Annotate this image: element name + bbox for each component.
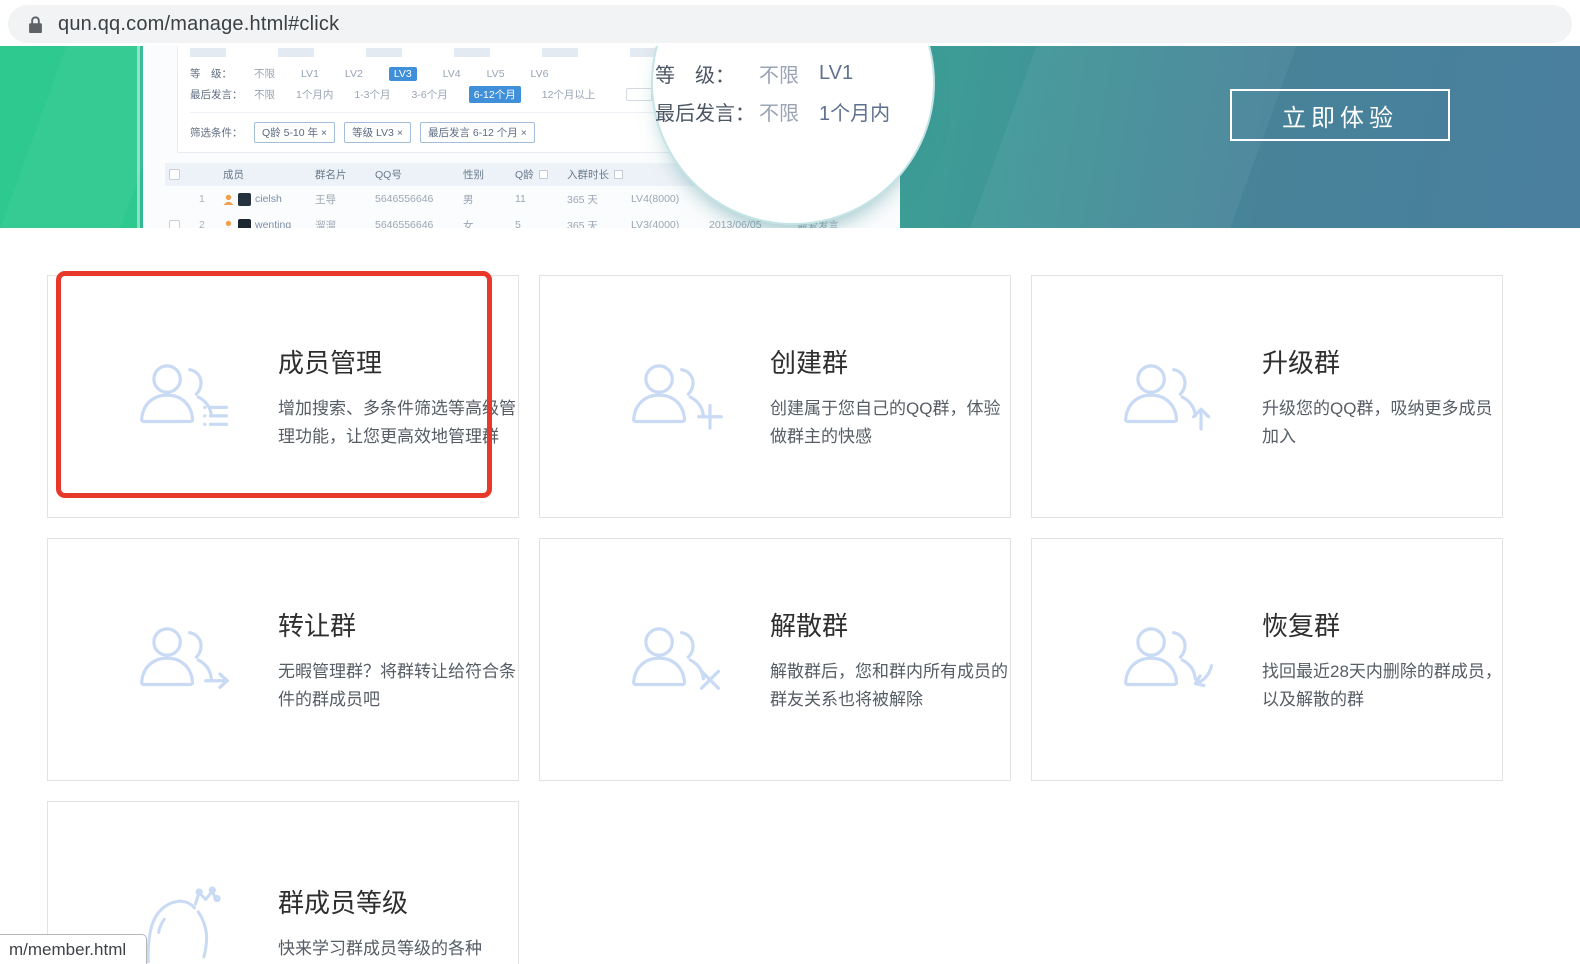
card-restore-group[interactable]: 恢复群 找回最近28天内删除的群成员，以及解散的群 xyxy=(1031,538,1503,781)
dismiss-group-icon xyxy=(632,626,721,690)
member-icon xyxy=(225,220,232,228)
range-input-box xyxy=(626,88,653,101)
hero-banner: 等 级： 不限 LV1 LV2 LV3 LV4 LV5 LV6 最后发言： 不限… xyxy=(0,46,1580,228)
filter-option: LV4 xyxy=(442,67,461,80)
card-title: 成员管理 xyxy=(278,347,383,378)
card-desc: 无暇管理群？将群转让给符合条件的群成员吧 xyxy=(278,661,516,709)
checkbox xyxy=(169,219,180,228)
avatar xyxy=(238,192,251,206)
card-title: 转让群 xyxy=(278,610,357,641)
filter-option: LV5 xyxy=(486,67,505,80)
card-title: 升级群 xyxy=(1262,347,1341,378)
filter-option: 1-3个月 xyxy=(354,89,391,101)
browser-chrome: qun.qq.com/manage.html#click xyxy=(0,0,1580,46)
filter-option: 3-6个月 xyxy=(411,89,448,101)
card-upgrade-group[interactable]: 升级群 升级您的QQ群，吸纳更多成员加入 xyxy=(1031,275,1503,518)
card-desc: 快来学习群成员等级的各种 xyxy=(278,938,482,958)
card-desc: 解散群后，您和群内所有成员的群友关系也将被解除 xyxy=(770,661,1008,709)
member-icon xyxy=(223,194,234,205)
filter-option-selected: LV3 xyxy=(388,66,417,81)
filter-option-selected: 6-12个月 xyxy=(468,86,521,103)
filter-option: 不限 xyxy=(254,89,275,101)
filter-option: LV1 xyxy=(301,67,319,80)
sort-icon xyxy=(614,170,623,179)
link-preview-text: m/member.html xyxy=(9,940,127,959)
filter-label: 最后发言： xyxy=(190,89,243,101)
try-now-button[interactable]: 立即体验 xyxy=(1230,89,1450,141)
url-bar[interactable]: qun.qq.com/manage.html#click xyxy=(8,5,1572,43)
filter-chip: Q龄 5-10 年 × xyxy=(254,122,336,143)
filter-option: 不限 xyxy=(254,68,275,80)
restore-group-icon xyxy=(1124,626,1214,687)
card-title: 恢复群 xyxy=(1262,610,1341,641)
card-dismiss-group[interactable]: 解散群 解散群后，您和群内所有成员的群友关系也将被解除 xyxy=(539,538,1011,781)
card-desc: 找回最近28天内删除的群成员，以及解散的群 xyxy=(1262,661,1502,709)
lock-icon[interactable] xyxy=(28,15,43,34)
filter-chip: 最后发言 6-12 个月 × xyxy=(419,122,535,143)
avatar xyxy=(238,218,251,228)
member-level-icon xyxy=(146,885,221,963)
magnified-last-speak-row: 最后发言： 不限 1个月内 xyxy=(655,103,891,125)
filter-option: 12个月以上 xyxy=(541,89,596,101)
card-title: 创建群 xyxy=(770,347,849,378)
checkbox xyxy=(169,169,180,181)
card-desc: 创建属于您自己的QQ群，体验做群主的快感 xyxy=(770,398,1001,446)
filter-option: LV2 xyxy=(344,67,363,80)
card-title: 解散群 xyxy=(770,610,849,641)
card-desc: 增加搜索、多条件筛选等高级管理功能，让您更高效地管理群 xyxy=(278,398,516,446)
sort-icon xyxy=(538,170,548,179)
filter-label: 等 级： xyxy=(190,68,232,80)
upgrade-group-icon xyxy=(1124,363,1211,431)
card-transfer-group[interactable]: 转让群 无暇管理群？将群转让给符合条件的群成员吧 xyxy=(47,538,519,781)
filter-chip: 等级 LV3 × xyxy=(344,122,411,143)
filter-option: 1个月内 xyxy=(296,89,334,101)
card-create-group[interactable]: 创建群 创建属于您自己的QQ群，体验做群主的快感 xyxy=(539,275,1011,518)
create-group-icon xyxy=(632,363,723,430)
feature-card-grid: 成员管理 增加搜索、多条件筛选等高级管理功能，让您更高效地管理群 创建群 创建属… xyxy=(47,275,1504,964)
magnified-level-row: 等 级： 不限 LV1 xyxy=(655,62,854,87)
link-preview-tooltip: m/member.html xyxy=(0,934,147,964)
card-title: 群成员等级 xyxy=(278,887,409,918)
card-desc: 升级您的QQ群，吸纳更多成员加入 xyxy=(1262,398,1493,446)
transfer-group-icon xyxy=(140,626,230,689)
card-member-manage[interactable]: 成员管理 增加搜索、多条件筛选等高级管理功能，让您更高效地管理群 xyxy=(47,275,519,518)
filter-option: LV6 xyxy=(530,67,549,80)
member-manage-icon xyxy=(140,363,229,426)
applied-filters-label: 筛选条件： xyxy=(190,127,243,139)
url-text: qun.qq.com/manage.html#click xyxy=(58,12,340,35)
